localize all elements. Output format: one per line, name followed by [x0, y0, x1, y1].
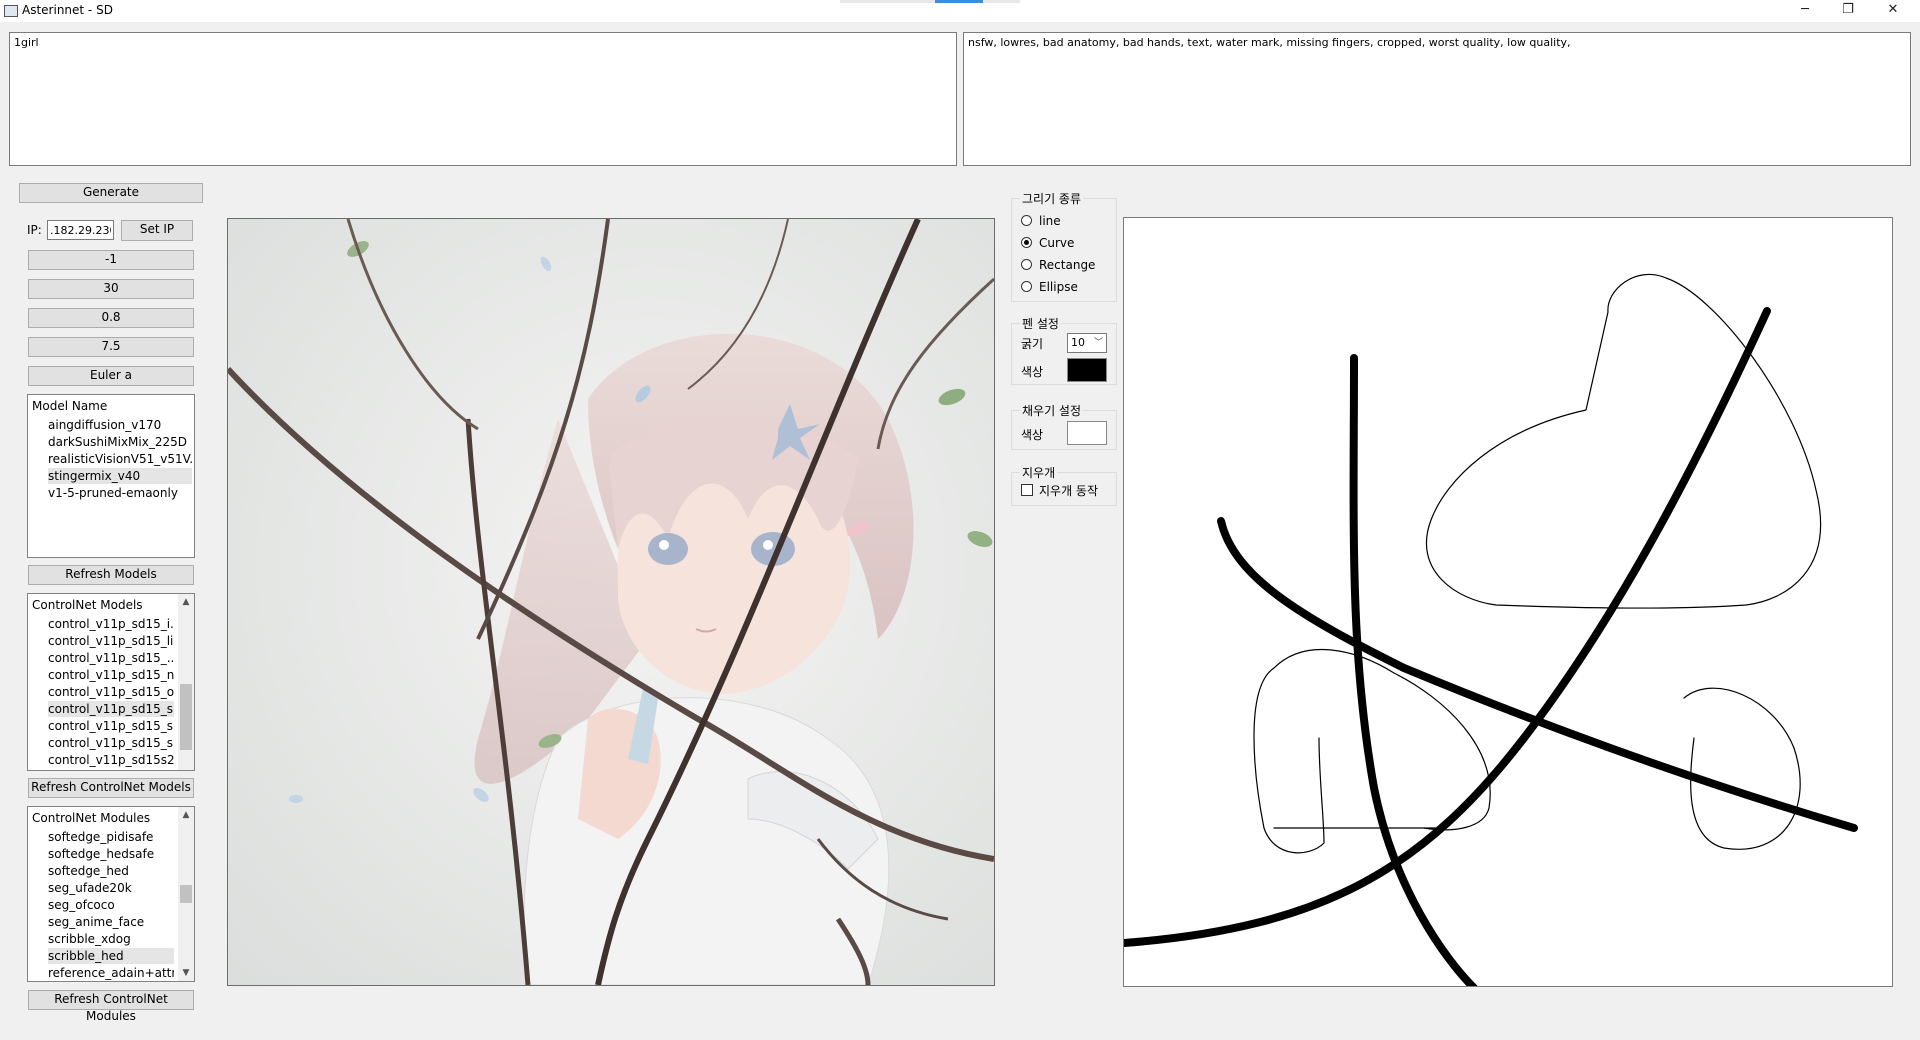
maximize-button[interactable]: ❐ — [1825, 0, 1871, 22]
list-item[interactable]: control_v11p_sd15_n... — [48, 667, 174, 683]
refresh-controlnet-modules-button[interactable]: Refresh ControlNet Modules — [28, 990, 194, 1023]
radio-button-icon[interactable] — [1021, 281, 1032, 292]
window-title: Asterinnet - SD — [22, 3, 113, 17]
refresh-models-button[interactable]: Refresh Models — [28, 565, 194, 585]
list-item[interactable]: reference_adain+attn — [48, 965, 174, 981]
list-item[interactable]: scribble_xdog — [48, 931, 174, 947]
generate-button[interactable]: Generate — [19, 183, 203, 203]
list-item-selected[interactable]: scribble_hed — [48, 948, 174, 964]
seed-field[interactable]: -1 — [28, 250, 194, 270]
radio-rectangle-label: Rectange — [1039, 258, 1096, 272]
radio-button-checked-icon[interactable] — [1021, 237, 1032, 248]
pen-settings-title: 펜 설정 — [1020, 315, 1061, 332]
radio-button-icon[interactable] — [1021, 215, 1032, 226]
scroll-up-icon[interactable]: ▲ — [178, 807, 194, 823]
scrollbar-thumb[interactable] — [180, 684, 192, 750]
minimize-button[interactable]: ─ — [1782, 0, 1828, 22]
list-item[interactable]: aingdiffusion_v170 — [48, 417, 192, 433]
list-item[interactable]: control_v11p_sd15_... — [48, 650, 174, 666]
pen-color-swatch[interactable] — [1067, 358, 1107, 382]
eraser-group: 지우개 지우개 동작 — [1011, 464, 1117, 506]
strength-field[interactable]: 0.8 — [28, 308, 194, 328]
eraser-checkbox-label: 지우개 동작 — [1039, 484, 1099, 498]
radio-button-icon[interactable] — [1021, 259, 1032, 270]
cfg-field[interactable]: 7.5 — [28, 337, 194, 357]
radio-curve-label: Curve — [1039, 236, 1075, 250]
ip-label: IP: — [27, 223, 42, 237]
list-item[interactable]: v1-5-pruned-emaonly — [48, 485, 192, 501]
negative-prompt-input[interactable]: nsfw, lowres, bad anatomy, bad hands, te… — [963, 32, 1911, 166]
controlnet-models-list[interactable]: ControlNet Models control_v11p_sd15_i...… — [27, 593, 195, 771]
pen-width-select[interactable]: 10 ﹀ — [1067, 333, 1107, 353]
drawing-canvas[interactable] — [1123, 217, 1893, 987]
list-item[interactable]: softedge_hed — [48, 863, 174, 879]
title-bar: Asterinnet - SD ─ ❐ ✕ — [0, 0, 1920, 22]
ip-input[interactable] — [47, 220, 114, 240]
scroll-up-icon[interactable]: ▲ — [178, 594, 194, 610]
scrollbar-thumb[interactable] — [180, 885, 192, 903]
list-item[interactable]: softedge_hedsafe — [48, 846, 174, 862]
controlnet-modules-header: ControlNet Modules — [32, 811, 151, 825]
list-item[interactable]: control_v11p_sd15_o... — [48, 684, 174, 700]
list-item[interactable]: control_v11p_sd15_i... — [48, 616, 174, 632]
list-item[interactable]: seg_anime_face — [48, 914, 174, 930]
fill-color-label: 색상 — [1021, 428, 1044, 442]
positive-prompt-input[interactable]: 1girl — [9, 32, 957, 166]
pen-color-label: 색상 — [1021, 365, 1044, 379]
generated-image-artwork — [228, 219, 994, 985]
eraser-checkbox[interactable] — [1021, 484, 1033, 496]
chevron-down-icon[interactable]: ﹀ — [1094, 334, 1103, 352]
model-list-header: Model Name — [32, 399, 108, 413]
steps-field[interactable]: 30 — [28, 279, 194, 299]
sampler-field[interactable]: Euler a — [28, 366, 194, 386]
fill-settings-title: 채우기 설정 — [1020, 402, 1084, 419]
scroll-down-icon[interactable]: ▼ — [178, 965, 194, 981]
list-item[interactable]: softedge_pidisafe — [48, 829, 174, 845]
scrollbar[interactable]: ▲ — [178, 594, 194, 770]
list-item[interactable]: control_v11p_sd15_li... — [48, 633, 174, 649]
list-item[interactable]: realisticVisionV51_v51V... — [48, 451, 192, 467]
sketch-strokes — [1124, 273, 1858, 986]
list-item[interactable]: control_v11p_sd15_s... — [48, 735, 174, 751]
list-item[interactable]: seg_ofcoco — [48, 897, 174, 913]
eraser-title: 지우개 — [1020, 464, 1058, 481]
taskbar-indicator-active — [935, 0, 983, 3]
fill-settings-group: 채우기 설정 색상 — [1011, 402, 1117, 450]
radio-line-label: line — [1039, 214, 1061, 228]
list-item-selected[interactable]: control_v11p_sd15_s... — [48, 701, 174, 717]
fill-color-swatch[interactable] — [1067, 421, 1107, 445]
taskbar-indicator — [840, 0, 1020, 3]
list-item[interactable]: seg_ufade20k — [48, 880, 174, 896]
list-item[interactable]: control_v11p_sd15_s... — [48, 718, 174, 734]
scrollbar[interactable]: ▲ ▼ — [178, 807, 194, 981]
pen-width-label: 굵기 — [1021, 337, 1044, 351]
list-item-selected[interactable]: stingermix_v40 — [48, 468, 192, 484]
draw-type-group: 그리기 종류 line Curve Rectange Ellipse — [1011, 190, 1117, 302]
list-item[interactable]: darkSushiMixMix_225D — [48, 434, 192, 450]
list-item[interactable]: control_v11p_sd15s2... — [48, 752, 174, 768]
pen-settings-group: 펜 설정 굵기 10 ﹀ 색상 — [1011, 315, 1117, 385]
controlnet-modules-list[interactable]: ControlNet Modules softedge_pidisafe sof… — [27, 806, 195, 982]
controlnet-models-header: ControlNet Models — [32, 598, 143, 612]
close-button[interactable]: ✕ — [1870, 0, 1916, 22]
app-icon — [4, 5, 18, 17]
generated-image — [227, 218, 995, 986]
radio-ellipse-label: Ellipse — [1039, 280, 1078, 294]
model-list[interactable]: Model Name aingdiffusion_v170 darkSushiM… — [27, 394, 195, 558]
set-ip-button[interactable]: Set IP — [121, 220, 193, 241]
draw-type-title: 그리기 종류 — [1020, 190, 1084, 207]
refresh-controlnet-models-button[interactable]: Refresh ControlNet Models — [28, 778, 194, 798]
pen-width-value: 10 — [1071, 336, 1085, 349]
